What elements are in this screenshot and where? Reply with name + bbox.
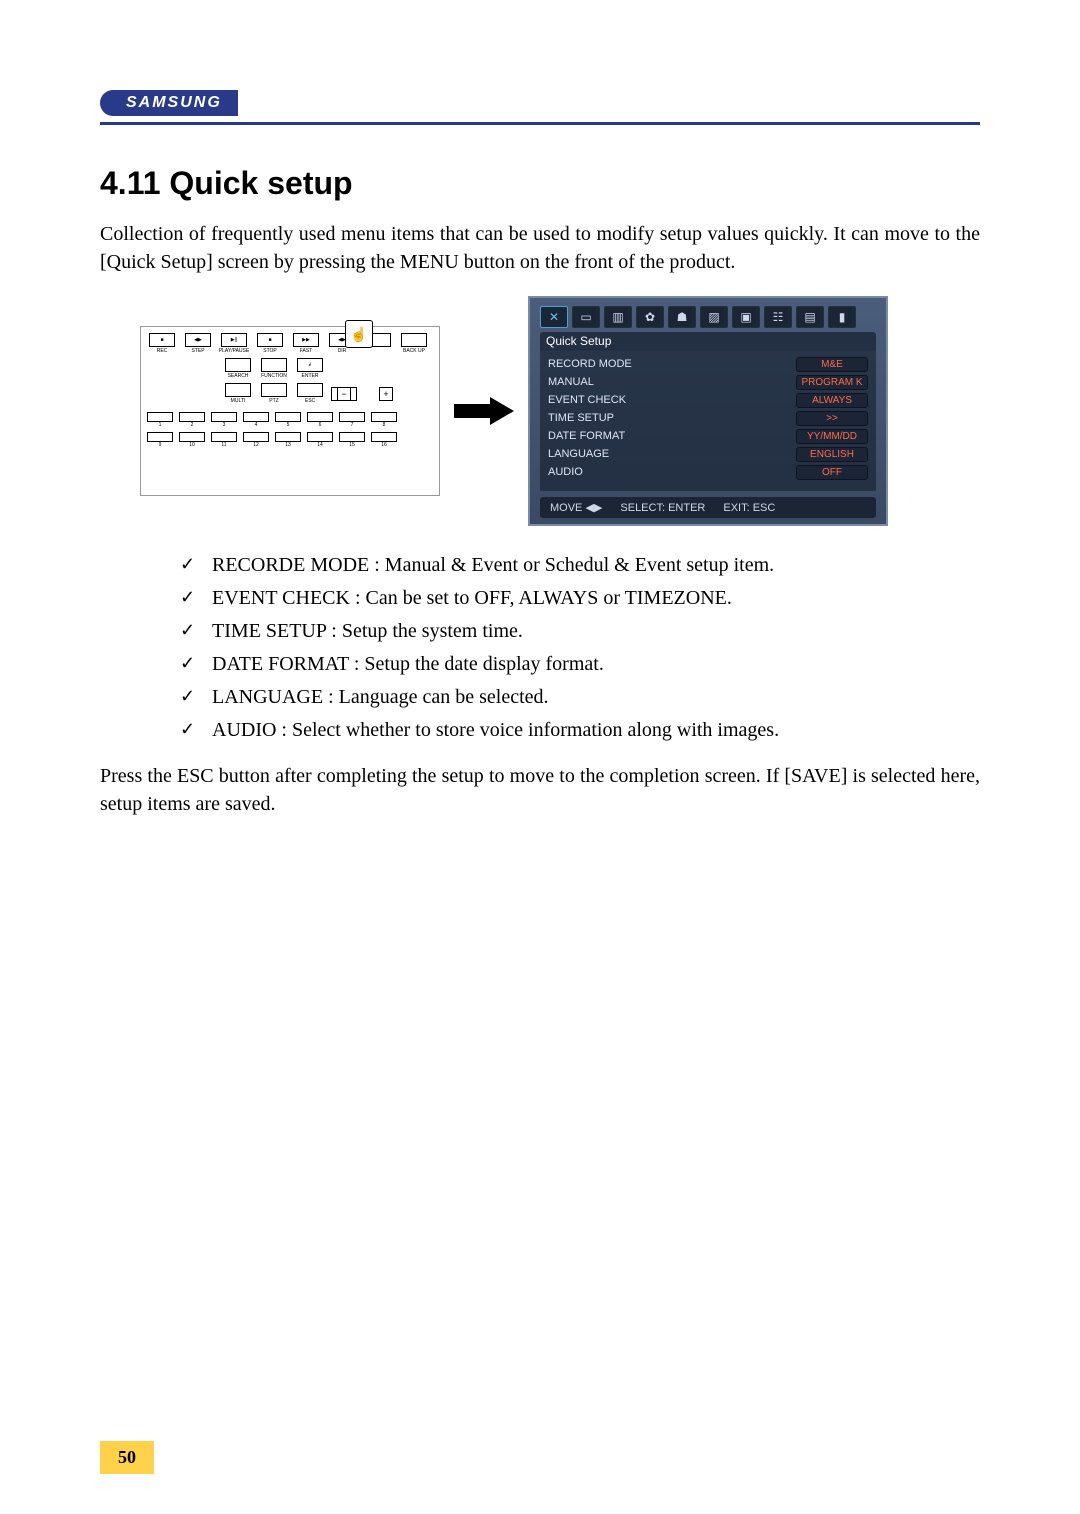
remote-button: ▶||PLAY/PAUSE — [219, 333, 249, 354]
record-icon: ▣ — [732, 306, 760, 328]
checklist-item: TIME SETUP : Setup the system time. — [180, 620, 980, 643]
remote-button: ↲ENTER — [295, 358, 325, 379]
remote-button: ◀▶STEP — [183, 333, 213, 354]
network-icon: ☷ — [764, 306, 792, 328]
remote-channel-button: 5 — [275, 412, 301, 428]
osd-setting-value: PROGRAM K — [796, 375, 868, 390]
osd-setting-row: LANGUAGE ENGLISH — [548, 445, 868, 463]
outro-paragraph: Press the ESC button after completing th… — [100, 762, 980, 818]
remote-channel-button: 3 — [211, 412, 237, 428]
figure-row: ■REC◀▶STEP▶||PLAY/PAUSE■STOP▶▶FAST◀▶DIRB… — [140, 296, 980, 526]
osd-footer-select: SELECT: ENTER — [620, 502, 705, 514]
plus-button: + — [379, 387, 393, 401]
system-icon: ▤ — [796, 306, 824, 328]
remote-button: ■REC — [147, 333, 177, 354]
feature-checklist: RECORDE MODE : Manual & Event or Schedul… — [180, 554, 980, 742]
arrow-right-icon — [454, 397, 514, 425]
wrench-icon: ✕ — [540, 306, 568, 328]
remote-channel-button: 12 — [243, 432, 269, 448]
osd-setting-value: ENGLISH — [796, 447, 868, 462]
osd-footer-move: MOVE ◀▶ — [550, 501, 602, 514]
osd-footer-exit: EXIT: ESC — [723, 502, 775, 514]
remote-channel-button: 10 — [179, 432, 205, 448]
remote-button: ■STOP — [255, 333, 285, 354]
audio-icon: ☗ — [668, 306, 696, 328]
quick-setup-osd: ✕ ▭ ▥ ✿ ☗ ▨ ▣ ☷ ▤ ▮ Quick Setup RECORD M… — [528, 296, 888, 526]
remote-button: MULTI — [223, 383, 253, 404]
remote-channel-button: 15 — [339, 432, 365, 448]
pointer-cursor-icon: ☝ — [345, 320, 373, 348]
remote-channel-button: 6 — [307, 412, 333, 428]
osd-setting-label: LANGUAGE — [548, 448, 609, 460]
section-heading: 4.11 Quick setup — [100, 165, 980, 202]
checklist-item: AUDIO : Select whether to store voice in… — [180, 719, 980, 742]
remote-button: ESC — [295, 383, 325, 404]
checklist-item: LANGUAGE : Language can be selected. — [180, 686, 980, 709]
page-number: 50 — [100, 1441, 154, 1474]
remote-button: BACK UP — [399, 333, 429, 354]
remote-channel-button: 16 — [371, 432, 397, 448]
osd-setting-label: TIME SETUP — [548, 412, 614, 424]
osd-setting-value: M&E — [796, 357, 868, 372]
remote-button: SEARCH — [223, 358, 253, 379]
osd-setting-label: AUDIO — [548, 466, 583, 478]
remote-channel-button: 2 — [179, 412, 205, 428]
osd-footer: MOVE ◀▶ SELECT: ENTER EXIT: ESC — [540, 497, 876, 518]
remote-channel-button: 9 — [147, 432, 173, 448]
display-icon: ▭ — [572, 306, 600, 328]
remote-button: FUNCTION — [259, 358, 289, 379]
minus-button: − — [337, 387, 351, 401]
remote-channel-button: 7 — [339, 412, 365, 428]
remote-channel-button: 14 — [307, 432, 333, 448]
intro-paragraph: Collection of frequently used menu items… — [100, 220, 980, 276]
samsung-logo: SAMSUNG — [100, 90, 238, 116]
remote-channel-button: 11 — [211, 432, 237, 448]
osd-setting-row: AUDIO OFF — [548, 463, 868, 481]
tile-icon: ▥ — [604, 306, 632, 328]
osd-setting-value: >> — [796, 411, 868, 426]
remote-channel-button: 8 — [371, 412, 397, 428]
osd-setting-value: YY/MM/DD — [796, 429, 868, 444]
exit-icon: ▮ — [828, 306, 856, 328]
camera-icon: ✿ — [636, 306, 664, 328]
osd-toolbar: ✕ ▭ ▥ ✿ ☗ ▨ ▣ ☷ ▤ ▮ — [530, 298, 886, 330]
remote-channel-button: 13 — [275, 432, 301, 448]
osd-setting-row: MANUAL PROGRAM K — [548, 373, 868, 391]
osd-setting-value: OFF — [796, 465, 868, 480]
osd-setting-row: EVENT CHECK ALWAYS — [548, 391, 868, 409]
checklist-item: RECORDE MODE : Manual & Event or Schedul… — [180, 554, 980, 577]
checklist-item: DATE FORMAT : Setup the date display for… — [180, 653, 980, 676]
header-bar: SAMSUNG — [100, 90, 980, 125]
osd-setting-row: DATE FORMAT YY/MM/DD — [548, 427, 868, 445]
osd-title: Quick Setup — [540, 332, 876, 351]
alarm-icon: ▨ — [700, 306, 728, 328]
remote-button: ▶▶FAST — [291, 333, 321, 354]
remote-panel-illustration: ■REC◀▶STEP▶||PLAY/PAUSE■STOP▶▶FAST◀▶DIRB… — [140, 326, 440, 496]
remote-button: PTZ — [259, 383, 289, 404]
checklist-item: EVENT CHECK : Can be set to OFF, ALWAYS … — [180, 587, 980, 610]
osd-setting-value: ALWAYS — [796, 393, 868, 408]
osd-setting-label: EVENT CHECK — [548, 394, 626, 406]
osd-setting-row: TIME SETUP >> — [548, 409, 868, 427]
remote-channel-button: 4 — [243, 412, 269, 428]
osd-setting-label: DATE FORMAT — [548, 430, 625, 442]
osd-setting-label: RECORD MODE — [548, 358, 632, 370]
osd-setting-row: RECORD MODE M&E — [548, 355, 868, 373]
remote-channel-button: 1 — [147, 412, 173, 428]
osd-setting-label: MANUAL — [548, 376, 594, 388]
